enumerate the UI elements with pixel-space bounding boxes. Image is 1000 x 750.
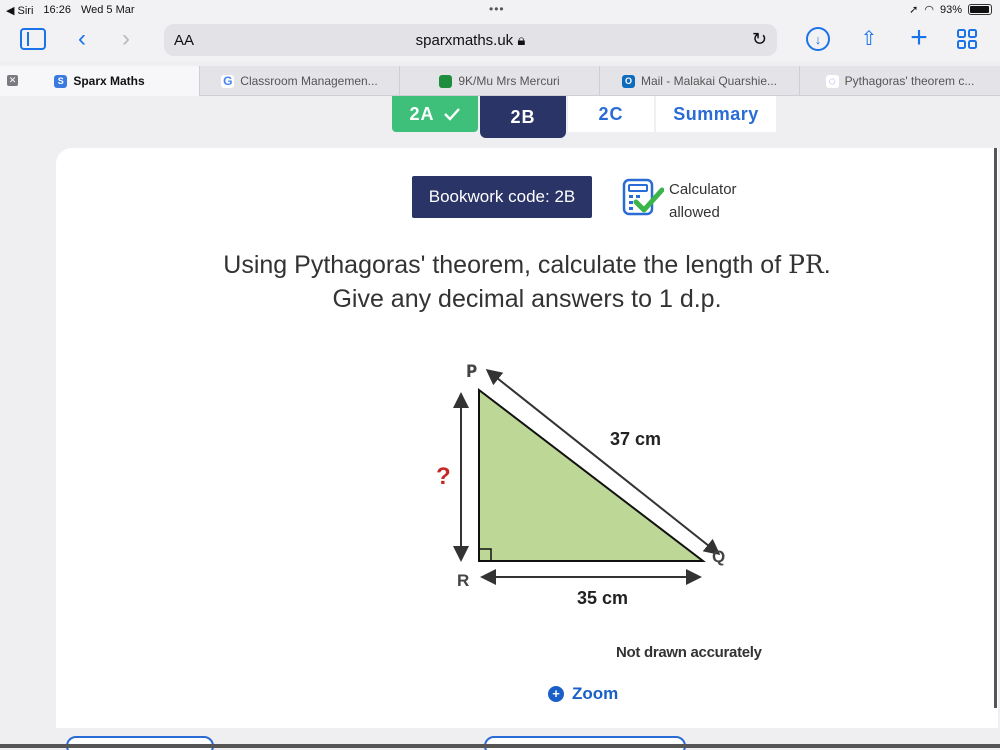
question-text: Using Pythagoras' theorem, calculate the… [223,250,831,313]
outlook-favicon-icon: O [621,74,635,88]
status-bar: ◀ Siri 16:26 Wed 5 Mar ••• ➚ ◠ 93% [0,0,1000,20]
bottom-divider [0,744,1000,748]
share-icon[interactable]: ⇧ [858,24,880,52]
location-icon: ➚ [909,4,919,16]
download-icon[interactable]: ↓ [806,27,830,51]
label-q: Q [712,547,725,566]
tab-question-2a[interactable]: 2A [392,96,478,132]
question-tabs: 2A 2B 2C Summary [392,96,776,138]
tab-label: 9K/Mu Mrs Mercuri [458,74,560,88]
triangle-pqr [478,387,706,562]
tab-question-2b[interactable]: 2B [480,96,566,138]
not-drawn-accurately-note: Not drawn accurately [616,644,762,661]
back-icon[interactable]: ‹ [72,25,92,52]
classroom-favicon-icon [439,74,453,88]
label-base: 35 cm [577,588,628,608]
tab-question-2c[interactable]: 2C [568,96,654,132]
browser-toolbar: ‹ › AA sparxmaths.uk 🔒︎ ↻ ↓ ⇧ + [0,20,1000,62]
calculator-status: Calculator allowed [669,181,737,221]
page-content: 2A 2B 2C Summary Bookwork code: 2B Calcu… [0,96,1000,750]
copilot-favicon-icon: ◌ [825,74,839,88]
wifi-icon: ◠ [924,4,934,16]
tab-overview-icon[interactable] [956,28,978,50]
tab-bar: ✕ S Sparx Maths G Classroom Managemen...… [0,66,1000,96]
url-text: sparxmaths.uk 🔒︎ [415,32,526,49]
scrollbar[interactable] [994,148,997,708]
new-tab-icon[interactable]: + [906,21,932,54]
reload-icon[interactable]: ↻ [752,29,767,50]
tab-label: Classroom Managemen... [240,74,378,88]
tab-label: Pythagoras' theorem c... [844,74,975,88]
tab-label: Sparx Maths [73,74,145,88]
label-hypotenuse: 37 cm [610,429,661,449]
question-card: Bookwork code: 2B Calculator allowed Usi… [56,148,998,728]
tab-classroom-management[interactable]: G Classroom Managemen... [200,66,400,96]
bookwork-code: Bookwork code: 2B [412,176,592,218]
tab-summary[interactable]: Summary [656,96,776,132]
zoom-plus-icon: + [548,686,564,702]
label-r: R [457,571,469,590]
check-icon [443,108,460,121]
sidebar-icon[interactable] [20,28,46,50]
lock-icon: 🔒︎ [517,32,526,49]
triangle-diagram: P Q R 37 cm 35 cm ? [436,362,725,608]
tab-label: Mail - Malakai Quarshie... [640,74,778,88]
back-to-app[interactable]: ◀ Siri [6,4,33,17]
label-p: P [466,362,477,382]
tab-mail[interactable]: O Mail - Malakai Quarshie... [600,66,800,96]
multitask-dots-icon[interactable]: ••• [489,2,505,16]
status-time: 16:26 [43,4,71,16]
battery-icon [968,4,992,15]
forward-icon[interactable]: › [116,25,136,52]
google-favicon-icon: G [221,74,235,88]
battery-percent: 93% [939,3,962,16]
tab-classroom[interactable]: 9K/Mu Mrs Mercuri [400,66,600,96]
status-date: Wed 5 Mar [80,4,135,16]
tab-sparx-maths[interactable]: ✕ S Sparx Maths [0,66,200,96]
address-bar[interactable]: AA sparxmaths.uk 🔒︎ ↻ [164,24,777,56]
zoom-button[interactable]: + Zoom [548,684,618,704]
sparx-favicon-icon: S [54,74,68,88]
label-unknown: ? [436,463,451,490]
tab-pythagoras[interactable]: ◌ Pythagoras' theorem c... [800,66,1000,96]
calculator-allowed-icon [622,178,664,216]
close-tab-icon[interactable]: ✕ [7,75,18,86]
